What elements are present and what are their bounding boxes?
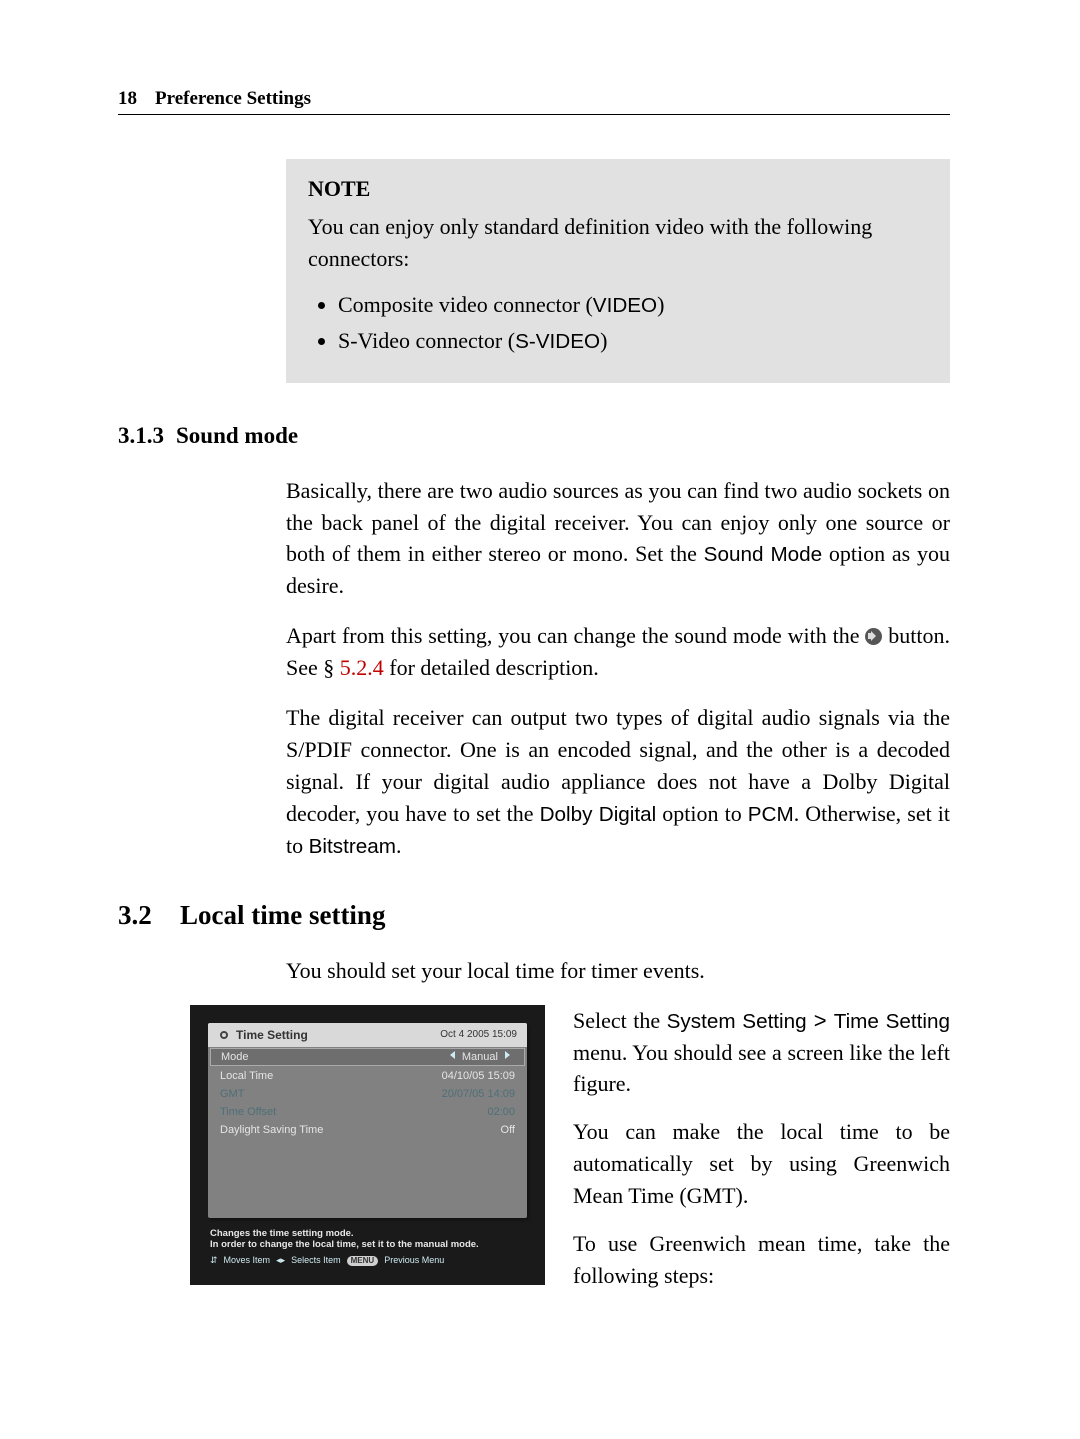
- paragraph: Select the System Setting > Time Setting…: [573, 1005, 950, 1101]
- osd-screenshot: Time Setting Oct 4 2005 15:09 Mode Manua…: [190, 1005, 545, 1285]
- osd-row-value: 02:00: [487, 1106, 515, 1118]
- osd-row-value: 20/07/05 14:09: [442, 1088, 515, 1100]
- figure-side-text: Select the System Setting > Time Setting…: [573, 1005, 950, 1308]
- osd-row-label: Mode: [221, 1051, 249, 1063]
- note-box: NOTE You can enjoy only standard definit…: [286, 159, 950, 383]
- osd-row-label: Time Offset: [220, 1106, 276, 1118]
- menu-pill-icon: MENU: [347, 1256, 379, 1266]
- note-list-item: S-Video connector (S-VIDEO): [338, 325, 928, 357]
- paragraph: Apart from this setting, you can change …: [286, 620, 950, 684]
- ui-term: Sound Mode: [704, 543, 823, 566]
- time-setting-figure: Time Setting Oct 4 2005 15:09 Mode Manua…: [190, 1005, 545, 1308]
- paragraph: Basically, there are two audio sources a…: [286, 475, 950, 603]
- page-header: 18 Preference Settings: [118, 88, 950, 115]
- paragraph: To use Greenwich mean time, take the fol…: [573, 1228, 950, 1292]
- note-item-post: ): [657, 292, 664, 317]
- text-span: menu. You should see a screen like the l…: [573, 1040, 950, 1097]
- paragraph: You should set your local time for timer…: [286, 955, 950, 987]
- arrow-right-icon: [505, 1051, 510, 1059]
- note-list: Composite video connector (VIDEO) S-Vide…: [338, 289, 928, 357]
- text-span: for detailed description.: [384, 655, 599, 680]
- osd-row-value: Manual: [462, 1051, 498, 1063]
- text-span: option to: [656, 801, 748, 826]
- content-column: NOTE You can enjoy only standard definit…: [286, 159, 950, 383]
- osd-row-value-wrap: Manual: [446, 1051, 514, 1063]
- osd-row-time-offset: Time Offset 02:00: [208, 1103, 527, 1121]
- note-list-item: Composite video connector (VIDEO): [338, 289, 928, 321]
- section-heading: 3.2 Local time setting: [118, 900, 950, 931]
- content-column: You should set your local time for timer…: [286, 955, 950, 987]
- osd-row-mode: Mode Manual: [210, 1048, 525, 1066]
- osd-nav-hint: ⇵ Moves Item ◂▸ Selects Item MENU Previo…: [210, 1255, 525, 1266]
- osd-panel: Time Setting Oct 4 2005 15:09 Mode Manua…: [208, 1023, 527, 1218]
- osd-row-label: Local Time: [220, 1070, 273, 1082]
- cross-reference-link[interactable]: 5.2.4: [340, 655, 384, 680]
- section-title: Local time setting: [180, 900, 385, 931]
- osd-nav-text: Selects Item: [291, 1255, 341, 1266]
- page-header-title: Preference Settings: [155, 88, 311, 110]
- osd-row-local-time: Local Time 04/10/05 15:09: [208, 1067, 527, 1085]
- osd-row-gmt: GMT 20/07/05 14:09: [208, 1085, 527, 1103]
- paragraph: The digital receiver can output two type…: [286, 702, 950, 862]
- note-item-text: S-Video connector (: [338, 328, 515, 353]
- subsection-title: Sound mode: [176, 423, 298, 449]
- note-item-code: VIDEO: [593, 294, 657, 317]
- content-column: Basically, there are two audio sources a…: [286, 475, 950, 862]
- osd-panel-title: Time Setting Oct 4 2005 15:09: [208, 1023, 527, 1047]
- note-item-post: ): [600, 328, 607, 353]
- note-item-code: S-VIDEO: [515, 330, 600, 353]
- ui-term: Time Setting: [834, 1010, 950, 1033]
- osd-nav-text: Previous Menu: [384, 1255, 444, 1266]
- osd-nav-text: Moves Item: [224, 1255, 271, 1266]
- section-number: 3.2: [118, 900, 180, 931]
- text-span: Apart from this setting, you can change …: [286, 623, 865, 648]
- note-text: You can enjoy only standard definition v…: [308, 211, 928, 275]
- osd-row-value: 04/10/05 15:09: [442, 1070, 515, 1082]
- leftright-icon: ◂▸: [276, 1255, 285, 1266]
- paragraph: You can make the local time to be automa…: [573, 1116, 950, 1212]
- text-span: .: [396, 833, 402, 858]
- audio-button-icon: [865, 628, 882, 645]
- osd-hint: Changes the time setting mode. In order …: [210, 1228, 525, 1267]
- subsection-heading: 3.1.3 Sound mode: [118, 423, 950, 449]
- osd-row-label: GMT: [220, 1088, 244, 1100]
- text-span: Select the: [573, 1008, 667, 1033]
- ui-term: PCM: [748, 803, 794, 826]
- osd-row-dst: Daylight Saving Time Off: [208, 1121, 527, 1139]
- note-label: NOTE: [308, 173, 928, 205]
- osd-title-text: Time Setting: [236, 1028, 308, 1042]
- osd-row-value: Off: [501, 1124, 515, 1136]
- page: 18 Preference Settings NOTE You can enjo…: [0, 0, 1080, 1439]
- osd-timestamp: Oct 4 2005 15:09: [440, 1029, 517, 1040]
- arrow-left-icon: [450, 1051, 455, 1059]
- osd-hint-line: In order to change the local time, set i…: [210, 1239, 525, 1251]
- figure-and-text-row: Time Setting Oct 4 2005 15:09 Mode Manua…: [118, 1005, 950, 1308]
- subsection-number: 3.1.3: [118, 423, 176, 449]
- updown-icon: ⇵: [210, 1255, 218, 1266]
- osd-panel-body: Mode Manual Local Time 04/10/05 15:09: [208, 1048, 527, 1218]
- ui-term: Bitstream: [309, 835, 396, 858]
- note-item-text: Composite video connector (: [338, 292, 593, 317]
- osd-hint-line: Changes the time setting mode.: [210, 1228, 525, 1240]
- ui-term: System Setting: [667, 1010, 807, 1033]
- page-number: 18: [118, 88, 137, 110]
- osd-row-label: Daylight Saving Time: [220, 1124, 323, 1136]
- gear-icon: [218, 1029, 230, 1041]
- breadcrumb-separator: >: [807, 1008, 834, 1033]
- ui-term: Dolby Digital: [540, 803, 657, 826]
